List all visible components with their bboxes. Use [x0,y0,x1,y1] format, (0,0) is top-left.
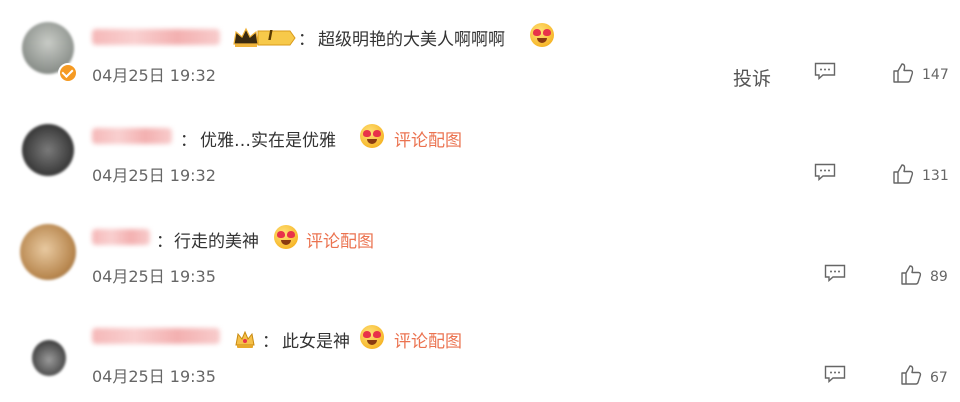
reply-icon[interactable] [814,163,836,181]
timestamp: 04月25日 19:32 [92,66,216,85]
like-icon[interactable] [900,364,922,386]
reply-icon[interactable] [824,264,846,282]
like-icon[interactable] [892,163,914,185]
colon: ： [156,232,173,252]
timestamp: 04月25日 19:35 [92,367,216,386]
colon: ： [180,131,197,151]
comment-image-link[interactable]: 评论配图 [394,327,462,352]
comment-text: 超级明艳的大美人啊啊啊 [318,30,505,50]
username[interactable] [92,128,172,144]
comment-text: 此女是神 [282,332,350,352]
comment-text: 行走的美神 [174,232,259,252]
like-icon[interactable] [900,264,922,286]
timestamp: 04月25日 19:32 [92,166,216,185]
username[interactable] [92,328,220,344]
avatar[interactable] [20,224,76,280]
comment-item: I ： 超级明艳的大美人啊啊啊 04月25日 19:32 投诉 147 [0,0,960,100]
report-button[interactable]: 投诉 [733,64,771,91]
timestamp: 04月25日 19:35 [92,267,216,286]
username[interactable] [92,29,220,45]
avatar[interactable] [32,340,66,376]
like-count: 131 [922,168,949,184]
crown-icon [235,330,255,348]
heart-eyes-emoji [360,325,384,349]
like-icon[interactable] [892,62,914,84]
reply-icon[interactable] [824,365,846,383]
comment-item: ： 此女是神 评论配图 04月25日 19:35 67 [0,300,960,400]
username[interactable] [92,229,150,245]
like-count: 67 [930,370,948,386]
comment-text: 优雅…实在是优雅 [200,131,336,151]
avatar[interactable] [22,124,74,176]
reply-icon[interactable] [814,62,836,80]
heart-eyes-emoji [530,23,554,47]
comment-item: ： 行走的美神 评论配图 04月25日 19:35 89 [0,200,960,300]
colon: ： [262,332,279,352]
heart-eyes-emoji [360,124,384,148]
heart-eyes-emoji [274,225,298,249]
like-count: 147 [922,67,949,83]
comment-item: ： 优雅…实在是优雅 评论配图 04月25日 19:32 131 [0,100,960,200]
verified-icon [58,63,78,83]
vip-level-badge: I [268,29,273,44]
comment-image-link[interactable]: 评论配图 [306,227,374,252]
crown-icon [233,27,296,47]
comment-image-link[interactable]: 评论配图 [394,126,462,151]
like-count: 89 [930,269,948,285]
colon: ： [298,30,315,50]
